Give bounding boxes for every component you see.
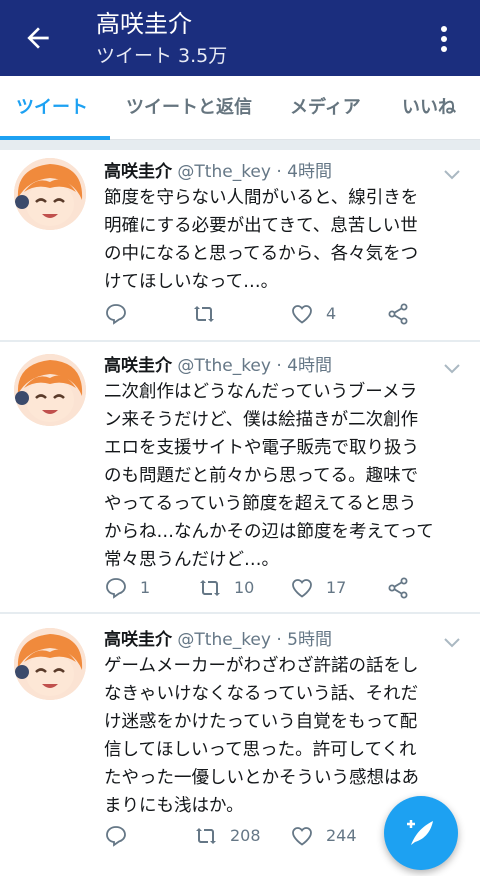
- retweet-count: 10: [234, 578, 255, 597]
- retweet-icon: [196, 828, 216, 844]
- tweet-actions: 4: [104, 300, 424, 328]
- tweet-item[interactable]: 高咲圭介 @Tthe_key · 4時間 節度を守らない人間がいると、線引きを …: [0, 150, 480, 340]
- avatar[interactable]: [14, 628, 86, 700]
- tweet-text-line: 信してほしいって思った。許可してくれ: [104, 740, 417, 760]
- tweet-actions: 208 244: [104, 822, 424, 850]
- heart-icon: [292, 827, 312, 846]
- tweet-text-line: ゲームメーカーがわざわざ許諾の話をし: [104, 656, 419, 676]
- share-icon: [388, 303, 408, 325]
- author-name[interactable]: 高咲圭介: [104, 630, 172, 650]
- reply-button[interactable]: [104, 300, 184, 328]
- tab-media[interactable]: メディア: [290, 76, 361, 139]
- compose-feather-icon: [407, 820, 433, 845]
- share-icon: [388, 577, 408, 599]
- tweet-text-line: からね…なんかその辺は節度を考えてって: [104, 522, 434, 542]
- heart-icon: [292, 579, 312, 598]
- author-handle-and-time: @Tthe_key · 4時間: [177, 162, 332, 182]
- tweet-text-line: 常々思うんだけど…。: [104, 550, 279, 570]
- chevron-down-icon[interactable]: [440, 630, 464, 654]
- tweet-text-line: たやった一優しいとかそういう感想はあ: [104, 768, 419, 788]
- avatar[interactable]: [14, 158, 86, 230]
- like-button[interactable]: 17: [290, 574, 370, 602]
- tweet-text: ゲームメーカーがわざわざ許諾の話をし なきゃいけなくなるっていう話、それだ け迷…: [104, 652, 472, 820]
- author-handle-and-time: @Tthe_key · 4時間: [177, 356, 332, 376]
- tweet-text-line: 節度を守らない人間がいると、線引きを: [104, 188, 419, 208]
- like-count: 4: [326, 304, 337, 323]
- tab-tweets[interactable]: ツイート: [16, 76, 88, 139]
- tweet-text: 二次創作はどうなんだっていうブーメラ ン来そうだけど、僕は絵描きが二次創作 エロ…: [104, 378, 472, 574]
- share-button[interactable]: [386, 300, 416, 328]
- retweet-button[interactable]: 208: [194, 822, 284, 850]
- retweet-button[interactable]: [192, 300, 272, 328]
- retweet-icon: [194, 306, 214, 322]
- tweet-text-line: 明確にする必要が出てきて、息苦しい世: [104, 216, 418, 236]
- reply-icon: [106, 304, 126, 325]
- author-name[interactable]: 高咲圭介: [104, 162, 172, 182]
- tweet-text-line: け迷惑をかけたっていう自覚をもって配: [104, 712, 418, 732]
- tweet-header: 高咲圭介 @Tthe_key · 4時間: [104, 160, 332, 184]
- reply-icon: [106, 578, 126, 599]
- tweet-header: 高咲圭介 @Tthe_key · 5時間: [104, 628, 332, 652]
- back-arrow-icon[interactable]: [22, 22, 54, 54]
- retweet-count: 208: [230, 826, 261, 845]
- profile-name-title: 高咲圭介: [96, 10, 192, 38]
- tweet-text-line: のも問題だと前々から思ってる。趣味で: [104, 466, 419, 486]
- tweet-text-line: やってるっていう節度を超えてると思う: [104, 494, 417, 514]
- reply-button[interactable]: 1: [104, 574, 184, 602]
- tweet-header: 高咲圭介 @Tthe_key · 4時間: [104, 354, 332, 378]
- tweet-text-line: ン来そうだけど、僕は絵描きが二次創作: [104, 410, 419, 430]
- author-name[interactable]: 高咲圭介: [104, 356, 172, 376]
- tab-tweets-and-replies[interactable]: ツイートと返信: [126, 76, 252, 139]
- like-button[interactable]: 244: [290, 822, 380, 850]
- profile-tabs: ツイート ツイートと返信 メディア いいね: [0, 76, 480, 140]
- active-tab-indicator: [0, 136, 110, 140]
- retweet-button[interactable]: 10: [198, 574, 278, 602]
- chevron-down-icon[interactable]: [440, 356, 464, 380]
- heart-icon: [292, 305, 312, 324]
- tweet-text: 節度を守らない人間がいると、線引きを 明確にする必要が出てきて、息苦しい世 の中…: [104, 184, 472, 296]
- tweet-text-line: の中になると思ってるから、各々気をつ: [104, 244, 419, 264]
- chevron-down-icon[interactable]: [440, 162, 464, 186]
- tweet-actions: 1 10 17: [104, 574, 424, 602]
- more-options-icon[interactable]: [432, 22, 456, 56]
- share-button[interactable]: [386, 574, 416, 602]
- like-count: 244: [326, 826, 357, 845]
- tweet-text-line: 二次創作はどうなんだっていうブーメラ: [104, 382, 418, 402]
- author-handle-and-time: @Tthe_key · 5時間: [177, 630, 332, 650]
- tweet-text-line: なきゃいけなくなるっていう話、それだ: [104, 684, 419, 704]
- avatar[interactable]: [14, 354, 86, 426]
- tweet-text-line: けてほしいなって…。: [104, 272, 279, 292]
- reply-button[interactable]: [104, 822, 184, 850]
- tweet-item[interactable]: 高咲圭介 @Tthe_key · 4時間 二次創作はどうなんだっていうブーメラ …: [0, 342, 480, 612]
- tweet-text-line: エロを支援サイトや電子販売で取り扱う: [104, 438, 419, 458]
- compose-tweet-button[interactable]: [384, 796, 458, 870]
- app-bar: 高咲圭介 ツイート 3.5万: [0, 0, 480, 76]
- like-button[interactable]: 4: [290, 300, 370, 328]
- tweet-count-subtitle: ツイート 3.5万: [96, 45, 228, 67]
- like-count: 17: [326, 578, 347, 597]
- retweet-icon: [200, 580, 220, 596]
- reply-count: 1: [140, 578, 151, 597]
- reply-icon: [106, 826, 126, 847]
- tab-likes[interactable]: いいね: [402, 76, 456, 139]
